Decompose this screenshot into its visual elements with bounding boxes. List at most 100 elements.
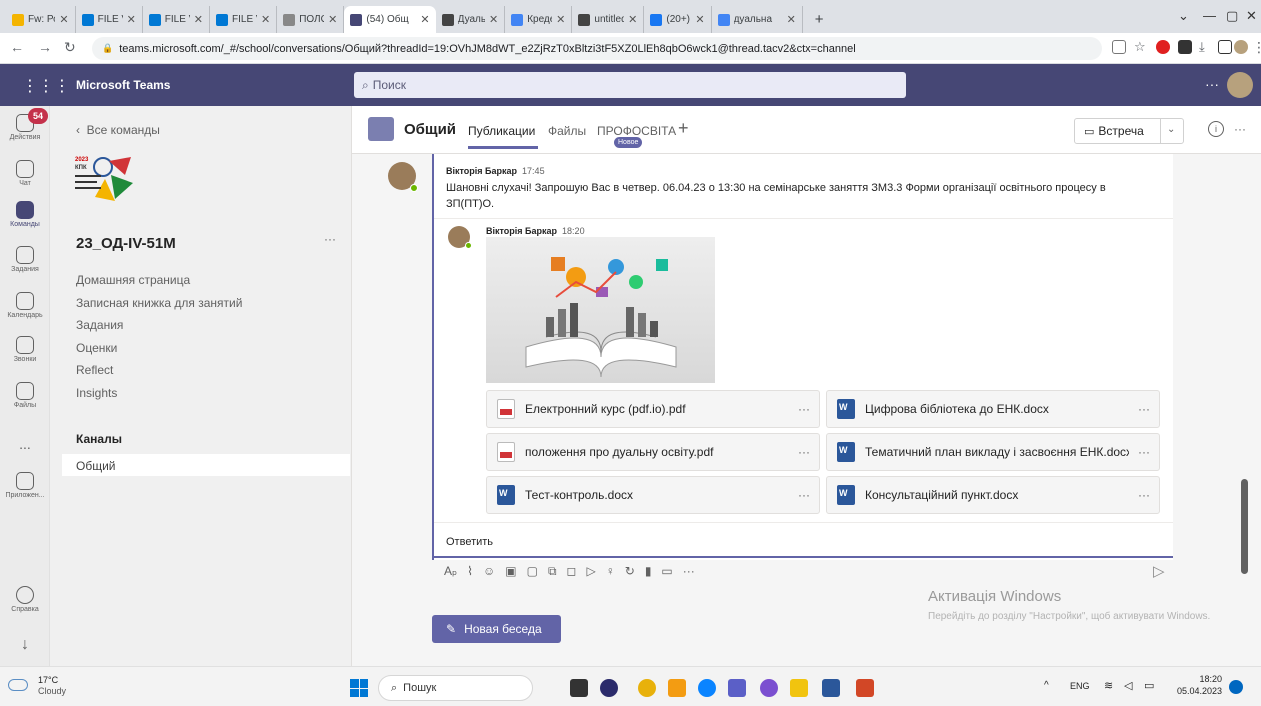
sticker-icon[interactable]: ▢ (527, 564, 538, 582)
back-icon[interactable]: ← (10, 39, 24, 55)
tab-close-icon[interactable]: ✕ (420, 13, 429, 26)
file-attachment[interactable]: Електронний курс (pdf.io).pdf ··· (486, 390, 820, 428)
tray-chevron-icon[interactable]: ^ (1044, 680, 1049, 691)
book-image[interactable] (486, 237, 715, 383)
close-window-icon[interactable]: ✕ (1246, 8, 1257, 24)
more-apps-icon[interactable]: ▭ (661, 564, 672, 582)
tab-close-icon[interactable]: ✕ (695, 13, 704, 26)
send-forward-icon[interactable]: ▷ (587, 564, 596, 582)
tab-close-icon[interactable]: ✕ (59, 13, 68, 26)
powerpoint-icon[interactable] (856, 679, 874, 697)
maximize-icon[interactable]: ▢ (1226, 8, 1238, 24)
taskbar-search[interactable]: ⌕ Пошук (378, 675, 533, 701)
teams-chat-icon[interactable] (600, 679, 618, 697)
scrollbar-thumb[interactable] (1241, 479, 1248, 574)
extensions-icon[interactable] (1178, 40, 1192, 54)
tab-profosvita[interactable]: ПРОФОСВІТА (597, 124, 676, 138)
word-icon[interactable] (822, 679, 840, 697)
clock-time[interactable]: 18:20 (1186, 674, 1222, 684)
file-more-icon[interactable]: ··· (1129, 402, 1159, 416)
rail-item[interactable]: Календарь (0, 292, 50, 319)
tab-close-icon[interactable]: ✕ (628, 13, 637, 26)
rail-item[interactable]: Задания (0, 246, 50, 273)
file-attachment[interactable]: Консультаційний пункт.docx ··· (826, 476, 1160, 514)
browser-tab[interactable]: (54) Общ ✕ (344, 6, 436, 33)
rail-item[interactable]: Файлы (0, 382, 50, 409)
file-more-icon[interactable]: ··· (789, 445, 819, 459)
url-field[interactable]: 🔒 teams.microsoft.com/_#/school/conversa… (92, 37, 1102, 60)
format-icon[interactable]: Aₚ (444, 564, 457, 582)
thumbs-icon[interactable]: ▮ (645, 564, 652, 582)
refresh-icon[interactable]: ↻ (625, 564, 635, 582)
tab-close-icon[interactable]: ✕ (328, 13, 337, 26)
tab-close-icon[interactable]: ✕ (787, 13, 796, 26)
tab-files[interactable]: Файлы (548, 124, 586, 138)
team-nav-link[interactable]: Записная книжка для занятий (76, 296, 242, 310)
meet-now-icon[interactable]: ◻ (567, 564, 577, 582)
meet-chevron-icon[interactable]: ⌄ (1167, 124, 1175, 135)
menu-dots-icon[interactable]: ⋮ (1252, 39, 1261, 56)
praise-icon[interactable]: ♀ (606, 564, 615, 582)
file-more-icon[interactable]: ··· (1129, 445, 1159, 459)
rail-item[interactable]: Звонки (0, 336, 50, 363)
info-icon[interactable]: i (1208, 121, 1224, 137)
tab-close-icon[interactable]: ✕ (556, 13, 565, 26)
browser-tab[interactable]: FILE VIEW ✕ (143, 6, 210, 33)
opera-extension-icon[interactable] (1156, 40, 1170, 54)
bookmark-star-icon[interactable]: ☆ (1134, 39, 1146, 55)
battery-icon[interactable]: ▭ (1144, 679, 1154, 692)
channel-item-general[interactable]: Общий (62, 454, 350, 476)
more-options-icon[interactable]: ··· (1205, 76, 1219, 92)
gif-icon[interactable]: ▣ (505, 564, 516, 582)
emoji-icon[interactable]: ☺ (483, 564, 495, 582)
tab-close-icon[interactable]: ✕ (194, 13, 203, 26)
minimize-icon[interactable]: — (1203, 8, 1216, 23)
share-icon[interactable] (1112, 40, 1126, 54)
file-attachment[interactable]: Цифрова бібліотека до ЕНК.docx ··· (826, 390, 1160, 428)
search-input[interactable]: ⌕ Поиск (354, 72, 906, 98)
new-conversation-button[interactable]: ✎ Новая беседа (432, 615, 561, 643)
add-tab-icon[interactable]: + (678, 118, 689, 139)
browser-tab[interactable]: Fw: Розс ✕ (6, 6, 76, 33)
reload-icon[interactable]: ↻ (64, 39, 76, 56)
team-nav-link[interactable]: Оценки (76, 341, 117, 355)
profile-avatar[interactable] (1234, 40, 1248, 54)
send-icon[interactable]: ▷ (1153, 562, 1165, 580)
app-launcher-icon[interactable]: ⋮⋮⋮ (22, 76, 70, 96)
edge-icon[interactable] (698, 679, 716, 697)
teams-personal-icon[interactable] (760, 679, 778, 697)
file-attachment[interactable]: Тематичний план викладу і засвоєння ЕНК.… (826, 433, 1160, 471)
windows-start-icon[interactable] (350, 679, 368, 697)
file-attachment[interactable]: Тест-контроль.docx ··· (486, 476, 820, 514)
rail-item[interactable]: Чат (0, 160, 50, 187)
new-tab-button[interactable]: + (809, 6, 830, 33)
browser-tab[interactable]: Креден ✕ (505, 6, 573, 33)
loop-icon[interactable]: ⧉ (548, 564, 557, 582)
user-avatar[interactable] (1227, 72, 1253, 98)
browser-tab[interactable]: Дуальна ✕ (436, 6, 506, 33)
rail-item[interactable]: Команды (0, 201, 50, 228)
volume-icon[interactable]: ◁ (1124, 679, 1132, 692)
file-attachment[interactable]: положення про дуальну освіту.pdf ··· (486, 433, 820, 471)
rail-item[interactable]: ... (0, 436, 50, 452)
notification-icon[interactable] (1229, 680, 1243, 694)
chrome-icon[interactable] (638, 679, 656, 697)
browser-tab[interactable]: дуальна ✕ (712, 6, 803, 33)
all-teams-link[interactable]: ‹ Все команды (76, 123, 160, 137)
sidepanel-icon[interactable] (1218, 40, 1232, 54)
file-more-icon[interactable]: ··· (789, 402, 819, 416)
teams-icon[interactable] (728, 679, 746, 697)
chevron-down-icon[interactable]: ⌄ (1178, 8, 1189, 24)
team-nav-link[interactable]: Insights (76, 386, 117, 400)
browser-tab[interactable]: FILE VIEW ✕ (76, 6, 143, 33)
tab-close-icon[interactable]: ✕ (261, 13, 270, 26)
file-more-icon[interactable]: ··· (789, 488, 819, 502)
wifi-icon[interactable]: ≋ (1104, 679, 1113, 692)
team-nav-link[interactable]: Reflect (76, 363, 113, 377)
attach-icon[interactable]: ⌇ (467, 564, 473, 582)
compose-more-icon[interactable]: ··· (683, 564, 695, 582)
download-icon[interactable]: ⤓ (1199, 39, 1205, 55)
clock-date[interactable]: 05.04.2023 (1168, 686, 1222, 696)
language-indicator[interactable]: ENG (1070, 681, 1090, 691)
team-more-icon[interactable]: ··· (324, 232, 336, 246)
